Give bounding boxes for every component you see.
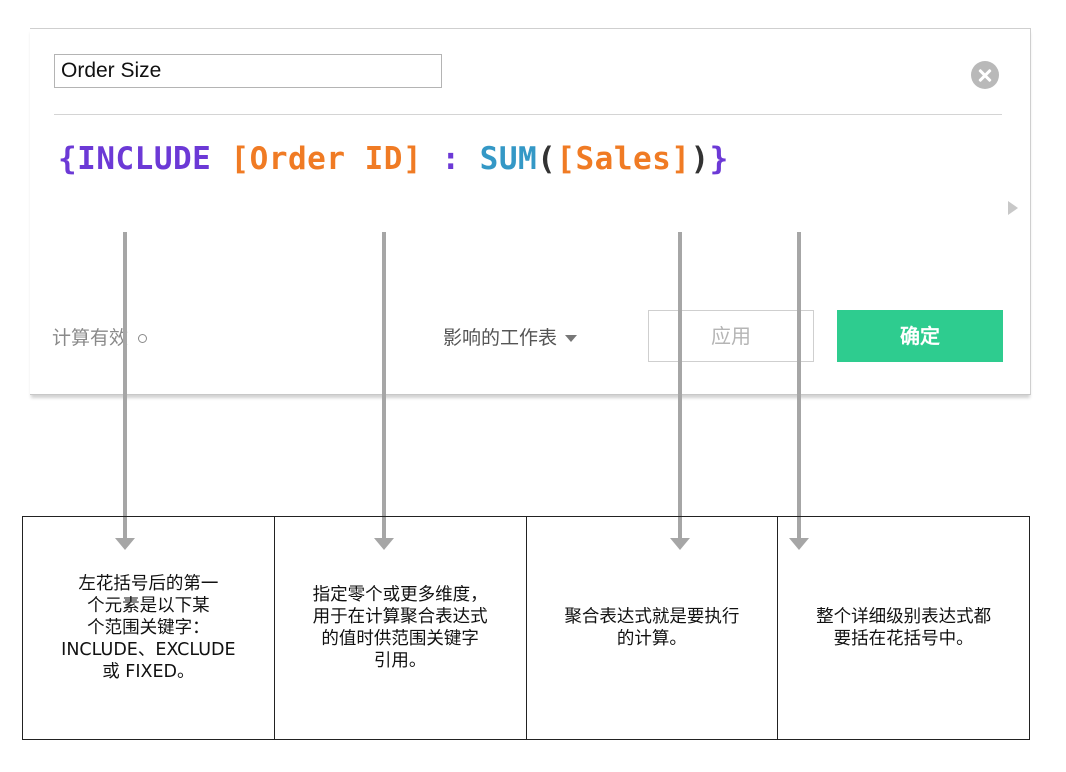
formula-colon: :: [441, 141, 461, 177]
formula-function-sum: SUM: [479, 141, 538, 177]
affected-sheets-label: 影响的工作表: [443, 327, 558, 349]
formula-dimension-order-id: [Order ID]: [230, 141, 423, 177]
status-text: 计算有效: [52, 327, 129, 349]
callout-table: 左花括号后的第一 个元素是以下某 个范围关键字： INCLUDE、EXCLUDE…: [22, 516, 1030, 740]
formula-editor[interactable]: {INCLUDE [Order ID] : SUM([Sales])}: [58, 141, 729, 177]
formula-paren-close: ): [690, 141, 710, 177]
expand-arrow-icon[interactable]: [1008, 201, 1018, 215]
formula-paren-open: (: [537, 141, 557, 177]
apply-button[interactable]: 应用: [648, 310, 814, 362]
ok-button[interactable]: 确定: [837, 310, 1003, 362]
calculation-name-input[interactable]: [54, 54, 442, 88]
callout-aggregate-expression: 聚合表达式就是要执行 的计算。: [527, 517, 779, 739]
formula-measure-sales: [Sales]: [556, 141, 691, 177]
pointer-line-3: [678, 232, 682, 540]
affected-sheets-dropdown[interactable]: 影响的工作表: [443, 323, 578, 350]
callout-curly-braces: 整个详细级别表达式都 要括在花括号中。: [816, 607, 992, 649]
formula-open-brace: {: [58, 141, 78, 177]
caret-down-icon: [565, 335, 578, 342]
close-icon[interactable]: [971, 61, 999, 89]
formula-close-brace: }: [709, 141, 729, 177]
pointer-line-4: [797, 232, 801, 540]
callout-scope-keyword: 左花括号后的第一 个元素是以下某 个范围关键字： INCLUDE、EXCLUDE…: [23, 517, 275, 739]
pointer-line-2: [382, 232, 386, 540]
pointer-line-1: [123, 232, 127, 540]
formula-keyword-include: INCLUDE: [77, 141, 212, 177]
callout-dimension-declaration: 指定零个或更多维度， 用于在计算聚合表达式 的值时供范围关键字 引用。: [275, 517, 527, 739]
calculation-editor-dialog: {INCLUDE [Order ID] : SUM([Sales])} 计算有效…: [30, 28, 1031, 395]
divider: [54, 114, 1002, 115]
status-dot-icon: [138, 334, 148, 343]
status-message: 计算有效: [52, 323, 148, 350]
